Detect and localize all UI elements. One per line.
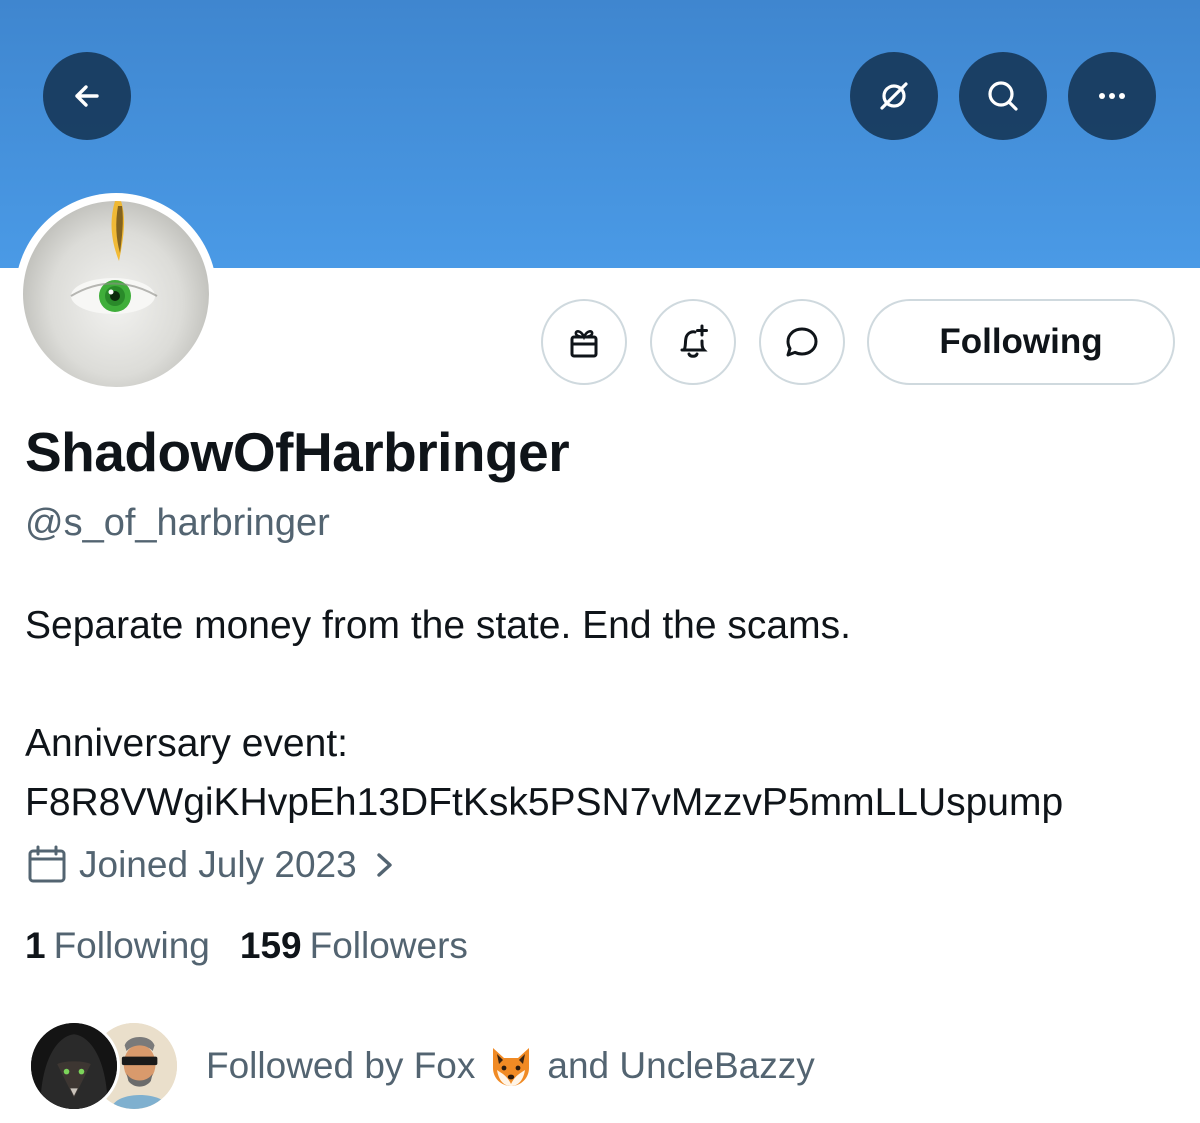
following-button[interactable]: Following (867, 299, 1175, 385)
calendar-icon (28, 845, 66, 883)
more-button[interactable] (1068, 52, 1156, 140)
followed-by-text: Followed by Fox and UncleBazzy (206, 1044, 815, 1088)
followed-by-suffix: and UncleBazzy (547, 1045, 815, 1086)
notify-button[interactable] (650, 299, 736, 385)
back-button[interactable] (43, 52, 131, 140)
followers-stat-label: Followers (309, 925, 468, 966)
follower-avatars (28, 1020, 188, 1112)
fox-emoji-icon (493, 1048, 530, 1086)
search-button[interactable] (959, 52, 1047, 140)
avatar (28, 1020, 120, 1112)
arrow-left-icon (75, 85, 99, 107)
translate-button[interactable] (850, 52, 938, 140)
profile-avatar[interactable] (15, 193, 217, 395)
fox-avatar-art (31, 1023, 117, 1109)
search-icon (988, 81, 1018, 111)
gift-icon (570, 330, 598, 358)
followers-stat[interactable]: 159 Followers (240, 925, 468, 967)
following-count: 1 (25, 925, 46, 966)
message-button[interactable] (759, 299, 845, 385)
bio-line: Anniversary event: (25, 722, 348, 765)
bell-plus-icon (680, 324, 708, 358)
joined-label: Joined July 2023 (79, 844, 357, 885)
message-bubble-icon (786, 327, 818, 357)
followed-by-prefix: Followed by Fox (206, 1045, 476, 1086)
eye-artwork (70, 201, 158, 314)
no-translate-icon (880, 82, 908, 110)
followed-by[interactable]: Followed by Fox and UncleBazzy (28, 1020, 815, 1112)
bio: Separate money from the state. End the s… (25, 596, 1185, 832)
display-name: ShadowOfHarbringer (25, 421, 570, 483)
joined-date[interactable]: Joined July 2023 (25, 843, 399, 887)
gift-button[interactable] (541, 299, 627, 385)
following-stat-label: Following (53, 925, 210, 966)
handle: @s_of_harbringer (25, 502, 330, 544)
avatar-image (23, 201, 209, 387)
more-horizontal-icon (1099, 93, 1125, 99)
following-stat[interactable]: 1 Following (25, 925, 210, 967)
bio-line: F8R8VWgiKHvpEh13DFtKsk5PSN7vMzzvP5mmLLUs… (25, 781, 1064, 824)
bio-line: Separate money from the state. End the s… (25, 604, 851, 647)
followers-count: 159 (239, 925, 302, 966)
follow-stats: 1 Following 159 Followers (25, 925, 468, 967)
chevron-right-icon (377, 853, 392, 877)
